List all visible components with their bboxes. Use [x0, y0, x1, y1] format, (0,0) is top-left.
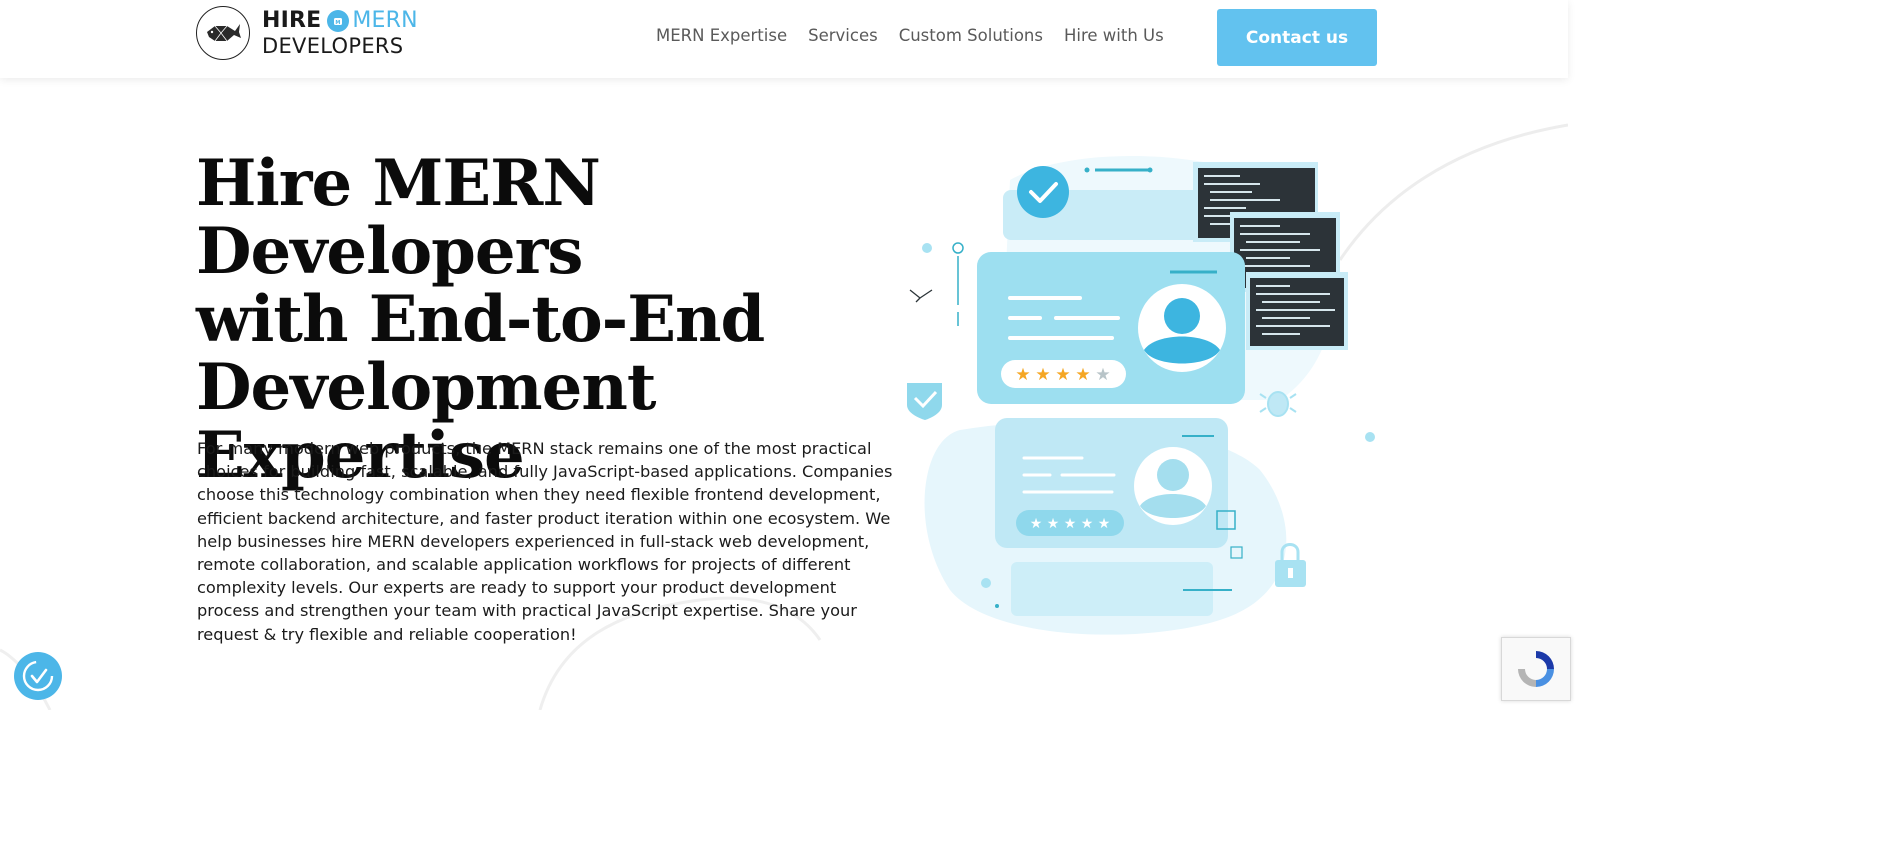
rating-stars-2: ★ ★ ★ ★ ★ [1030, 516, 1111, 532]
check-badge-icon [1017, 166, 1069, 218]
recaptcha-icon [1518, 651, 1554, 687]
contact-us-button[interactable]: Contact us [1217, 9, 1377, 66]
site-header: HIRE M MERN DEVELOPERS MERN Expertise Se… [0, 0, 1568, 78]
hero-title-line-2: with End-to-End [196, 282, 765, 357]
svg-text:★: ★ [1081, 516, 1094, 532]
hero-illustration: ★ ★ ★ ★ ★ ★ ★ ★ ★ ★ [907, 156, 1375, 635]
svg-text:M: M [336, 20, 341, 26]
hero-description: For many modern web products, the MERN s… [197, 439, 893, 644]
hero-title-line-1: Hire MERN Developers [196, 146, 601, 289]
rating-stars-1: ★ ★ ★ ★ ★ [1015, 365, 1110, 385]
bird-icon [909, 289, 933, 303]
svg-text:★: ★ [1075, 365, 1090, 385]
hero-title-line-3: Development [196, 350, 656, 425]
svg-text:★: ★ [1098, 516, 1111, 532]
svg-text:★: ★ [1064, 516, 1077, 532]
svg-text:★: ★ [1015, 365, 1030, 385]
svg-text:★: ★ [1030, 516, 1043, 532]
profile-card-main: ★ ★ ★ ★ ★ [977, 252, 1245, 404]
nav-item-mern-expertise[interactable]: MERN Expertise [656, 26, 787, 45]
whale-logo-icon [196, 6, 250, 60]
nav-item-hire-with-us[interactable]: Hire with Us [1064, 26, 1164, 45]
logo-word-mern: MERN [352, 7, 418, 33]
accessibility-icon [22, 660, 54, 692]
code-screen-3 [1246, 272, 1348, 350]
svg-text:★: ★ [1055, 365, 1070, 385]
mern-leaf-icon: M [327, 9, 350, 32]
logo-word-developers: DEVELOPERS [262, 33, 404, 58]
nav-item-services[interactable]: Services [808, 26, 878, 45]
svg-text:★: ★ [1095, 365, 1110, 385]
recaptcha-badge[interactable] [1501, 637, 1571, 701]
nav-item-custom-solutions[interactable]: Custom Solutions [899, 26, 1043, 45]
shield-check-icon [907, 383, 942, 420]
accessibility-button[interactable] [14, 652, 62, 700]
main-nav: MERN Expertise Services Custom Solutions… [656, 26, 1164, 45]
logo-word-hire: HIRE [262, 7, 322, 33]
svg-text:★: ★ [1047, 516, 1060, 532]
profile-card-secondary: ★ ★ ★ ★ ★ [995, 418, 1228, 548]
svg-text:★: ★ [1035, 365, 1050, 385]
site-logo[interactable]: HIRE M MERN DEVELOPERS [196, 6, 418, 60]
